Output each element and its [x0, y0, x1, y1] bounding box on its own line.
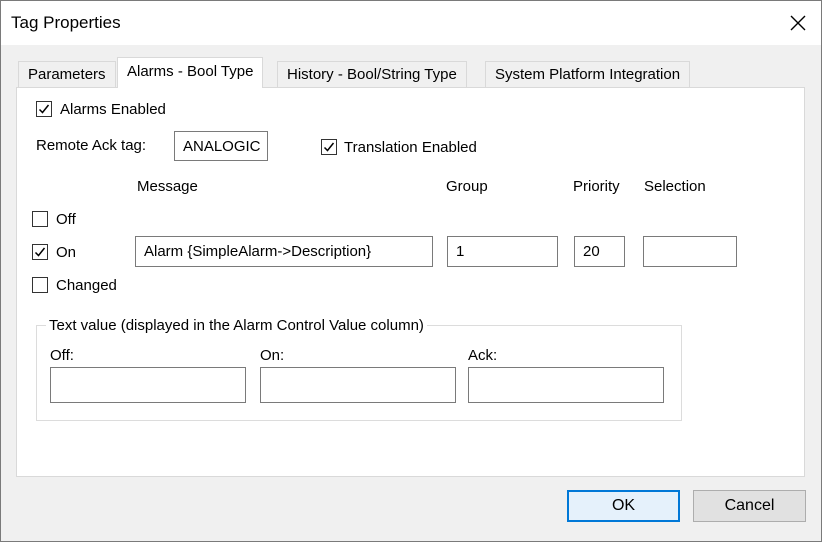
- text-on-label: On:: [260, 347, 285, 364]
- on-group-value: 1: [456, 243, 465, 260]
- column-header-group: Group: [446, 178, 488, 195]
- remote-ack-tag-input[interactable]: ANALOGIC: [174, 131, 268, 161]
- column-header-priority: Priority: [573, 178, 620, 195]
- remote-ack-tag-label: Remote Ack tag:: [36, 137, 147, 154]
- alarms-enabled-checkbox[interactable]: [36, 101, 52, 117]
- title-bar: Tag Properties: [1, 1, 821, 45]
- tab-parameters-label: Parameters: [28, 66, 106, 83]
- on-group-input[interactable]: 1: [447, 236, 558, 267]
- tab-history-bool-string-type[interactable]: History - Bool/String Type: [277, 61, 467, 87]
- changed-checkbox[interactable]: [32, 277, 48, 293]
- dialog-title: Tag Properties: [11, 13, 121, 32]
- tab-alarms-label: Alarms - Bool Type: [127, 63, 254, 80]
- translation-enabled-checkbox[interactable]: [321, 139, 337, 155]
- text-on-input[interactable]: [260, 367, 456, 403]
- tab-parameters[interactable]: Parameters: [18, 61, 116, 87]
- ok-button-label: OK: [611, 497, 636, 514]
- text-off-label: Off:: [50, 347, 74, 364]
- on-row-label: On: [56, 244, 77, 261]
- on-message-input[interactable]: Alarm {SimpleAlarm->Description}: [135, 236, 433, 267]
- on-selection-input[interactable]: [643, 236, 737, 267]
- column-header-selection: Selection: [644, 178, 706, 195]
- text-value-groupbox: Text value (displayed in the Alarm Contr…: [36, 317, 682, 421]
- cancel-button-label: Cancel: [724, 497, 775, 514]
- remote-ack-tag-value: ANALOGIC: [183, 137, 261, 155]
- alarms-enabled-label: Alarms Enabled: [60, 101, 166, 118]
- text-ack-label: Ack:: [468, 347, 498, 364]
- checkmark-icon: [34, 247, 46, 257]
- ok-button[interactable]: OK: [567, 490, 680, 522]
- off-row-label: Off: [56, 211, 76, 228]
- off-checkbox[interactable]: [32, 211, 48, 227]
- close-icon: [790, 15, 806, 31]
- tab-system-platform-integration[interactable]: System Platform Integration: [485, 61, 691, 87]
- tab-system-platform-label: System Platform Integration: [495, 66, 681, 83]
- changed-row-label: Changed: [56, 277, 117, 294]
- on-message-value: Alarm {SimpleAlarm->Description}: [144, 243, 372, 260]
- text-value-legend: Text value (displayed in the Alarm Contr…: [46, 317, 427, 334]
- translation-enabled-label: Translation Enabled: [344, 139, 477, 156]
- tab-alarms-bool-type[interactable]: Alarms - Bool Type: [117, 57, 264, 88]
- tag-properties-dialog: Tag Properties Parameters Alarms - Bool …: [0, 0, 822, 542]
- on-checkbox[interactable]: [32, 244, 48, 260]
- tab-history-label: History - Bool/String Type: [287, 66, 457, 83]
- column-header-message: Message: [137, 178, 198, 195]
- close-button[interactable]: [775, 1, 821, 45]
- on-priority-input[interactable]: 20: [574, 236, 625, 267]
- cancel-button[interactable]: Cancel: [693, 490, 806, 522]
- text-off-input[interactable]: [50, 367, 246, 403]
- text-ack-input[interactable]: [468, 367, 664, 403]
- checkmark-icon: [323, 142, 335, 152]
- alarms-tab-panel: Alarms Enabled Remote Ack tag: ANALOGIC …: [16, 87, 805, 477]
- on-priority-value: 20: [583, 243, 600, 260]
- checkmark-icon: [38, 104, 50, 114]
